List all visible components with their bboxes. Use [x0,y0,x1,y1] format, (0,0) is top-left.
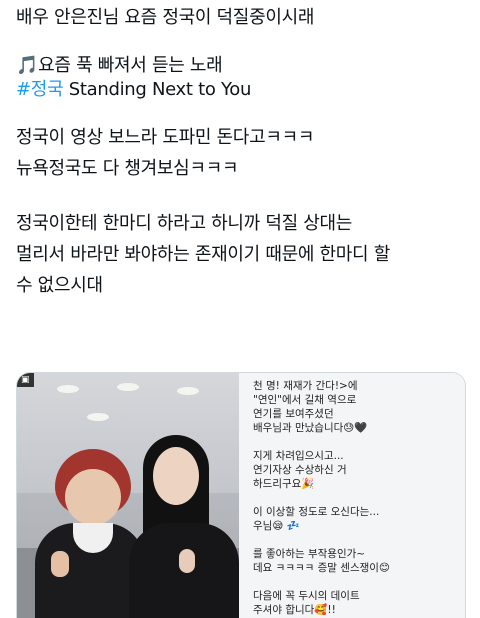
chat-line: 연기자상 수상하신 거 [253,464,347,476]
tweet-line-2-text: 요즘 푹 빠져서 듣는 노래 [38,55,223,76]
chat-line: 다음에 꼭 두시의 데이트 [253,590,360,602]
tweet-media-image[interactable]: ▣ 천 명! 재재가 간다!>에 "연인"에서 길채 역으로 연기를 보여주셨던… [16,372,466,618]
tweet-line-3: 정국이 영상 보느라 도파민 돈다고ㅋㅋㅋ [16,127,315,148]
chat-line: 하드리구요🎉 [253,478,315,490]
tweet-line-2: 🎵요즘 푹 빠져서 듣는 노래 [16,54,468,78]
chat-caption-panel: 천 명! 재재가 간다!>에 "연인"에서 길채 역으로 연기를 보여주셨던 배… [239,373,465,618]
song-title: Standing Next to You [63,79,252,100]
chat-line: 지게 차려입으시고... [253,450,344,462]
chat-line: 이 이상할 정도로 오신다는... [253,506,380,518]
tweet-line-5: 정국이한테 한마디 하라고 하니까 덕질 상대는 [16,213,353,234]
chat-line: 배우님과 만났습니다😓🖤 [253,422,368,434]
chat-line: "연인"에서 길채 역으로 [253,394,357,406]
tweet-line-7: 수 없으시대 [16,275,103,296]
hashtag-link[interactable]: #정국 [16,79,64,100]
tweet-body: 배우 안은진님 요즘 정국이 덕질중이시래 🎵요즘 푹 빠져서 듣는 노래 #정… [16,6,468,298]
music-note-icon: 🎵 [16,55,39,76]
chat-line: 연기를 보여주셨던 [253,408,334,420]
tweet-hashtag-line: #정국 Standing Next to You [16,78,468,102]
chat-line: 데요 ㅋㅋㅋㅋ 증말 센스쟁이😊 [253,562,390,574]
chat-line: 주셔야 합니다🥰!! [253,604,336,616]
tweet-line-6: 멀리서 바라만 봐야하는 존재이기 때문에 한마디 할 [16,244,390,265]
photo-two-people: ▣ [17,373,239,618]
corner-logo: ▣ [17,373,34,387]
tweet-line-4: 뉴욕정국도 다 챙겨보심ㅋㅋㅋ [16,158,239,179]
chat-line: 천 명! 재재가 간다!>에 [253,380,358,392]
chat-line: 우님😪 💤 [253,520,300,532]
tweet-line-1: 배우 안은진님 요즘 정국이 덕질중이시래 [16,7,315,28]
chat-line: 를 좋아하는 부작용인가~ [253,548,366,560]
